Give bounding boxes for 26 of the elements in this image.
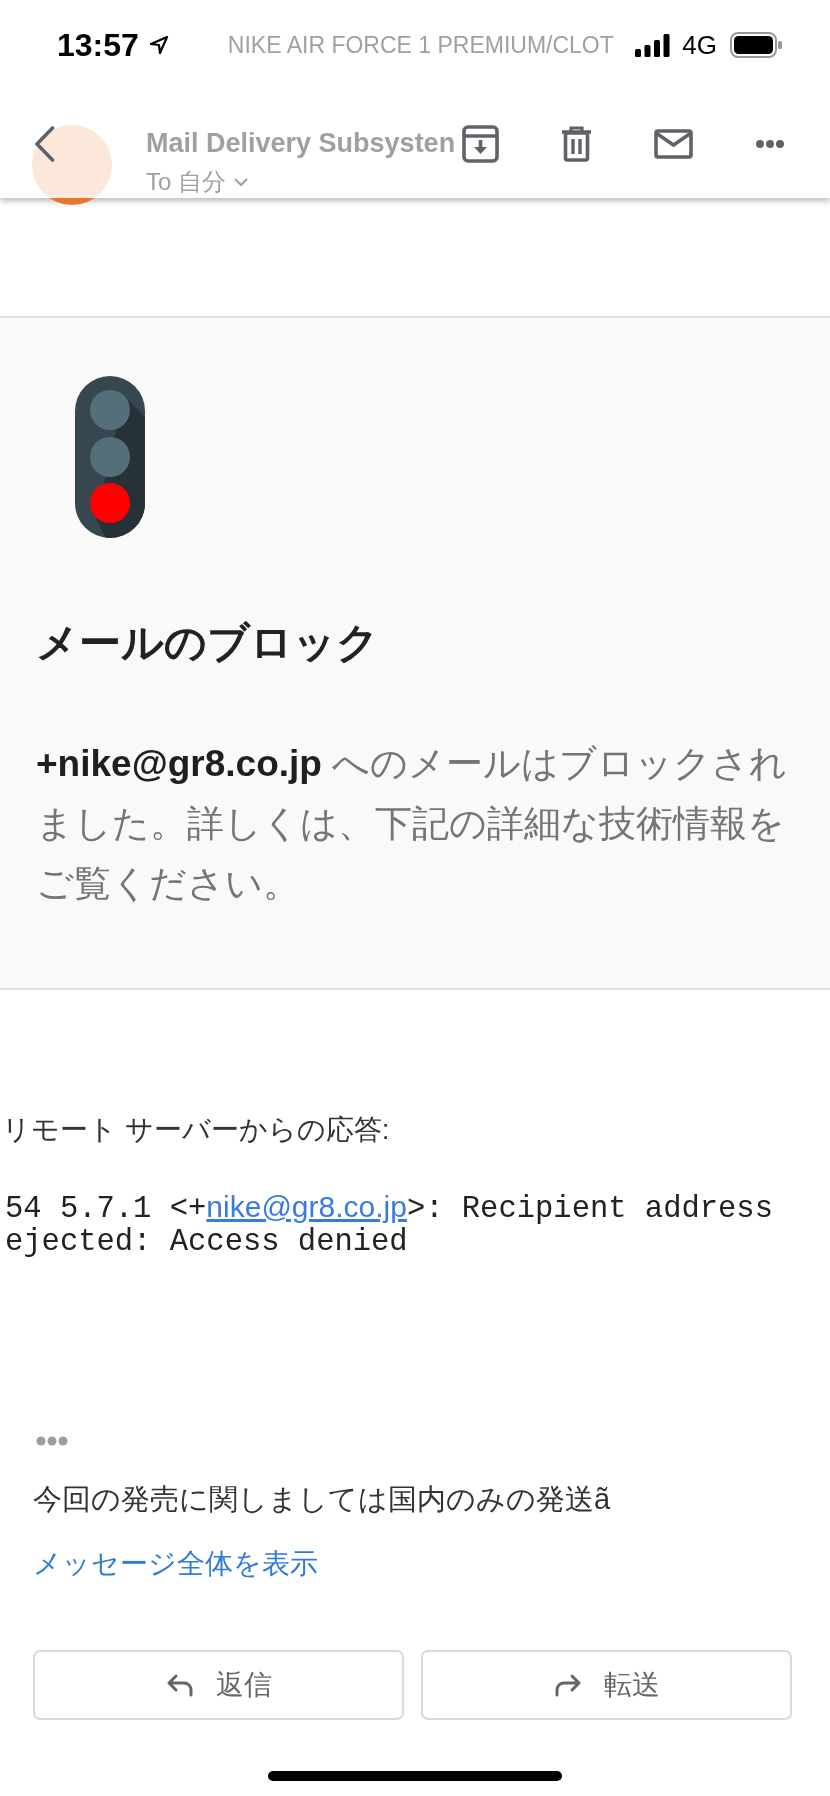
recipient-text: To 自分 <box>146 167 226 197</box>
sender-name: Mail Delivery Subsysten <box>146 127 456 160</box>
back-icon[interactable] <box>33 126 55 162</box>
forward-button[interactable]: 転送 <box>421 1650 792 1720</box>
reply-arrow-icon <box>165 1673 194 1697</box>
response-heading: リモート サーバーからの応答: <box>2 1113 390 1147</box>
subject-text: NIKE AIR FORCE 1 PREMIUM/CLOT <box>227 31 614 60</box>
response-text: 54 5.7.1 <+nike@gr8.co.jp>: Recipient address ejected: Access denied <box>4 1190 773 1259</box>
mail-icon[interactable] <box>654 129 693 159</box>
notice-message: +nike@gr8.co.jp へのメールはブロックされました。詳しくは、下記の詳細な技術情報をご覧ください。 <box>36 742 788 906</box>
view-full-message-link[interactable]: メッセージ全体を表示 <box>33 1546 318 1582</box>
trash-icon[interactable] <box>561 126 592 162</box>
more-icon[interactable] <box>755 139 785 149</box>
reply-button[interactable]: 返信 <box>33 1650 404 1720</box>
ellipsis-icon[interactable] <box>36 1436 68 1446</box>
network-label: 4G <box>682 30 717 60</box>
archive-icon[interactable] <box>462 125 499 163</box>
notice-title: メールのブロック <box>36 618 379 668</box>
signal-icon <box>635 33 671 57</box>
status-time: 13:57 <box>57 26 139 64</box>
email-link[interactable]: nike@gr8.co.jp <box>206 1190 407 1223</box>
preview-text: 今回の発売に関しましては国内のみの発送ã <box>33 1482 611 1517</box>
battery-icon <box>730 32 783 58</box>
location-arrow-icon <box>148 35 169 55</box>
caret-icon[interactable] <box>234 177 248 187</box>
forward-arrow-icon <box>553 1673 582 1697</box>
